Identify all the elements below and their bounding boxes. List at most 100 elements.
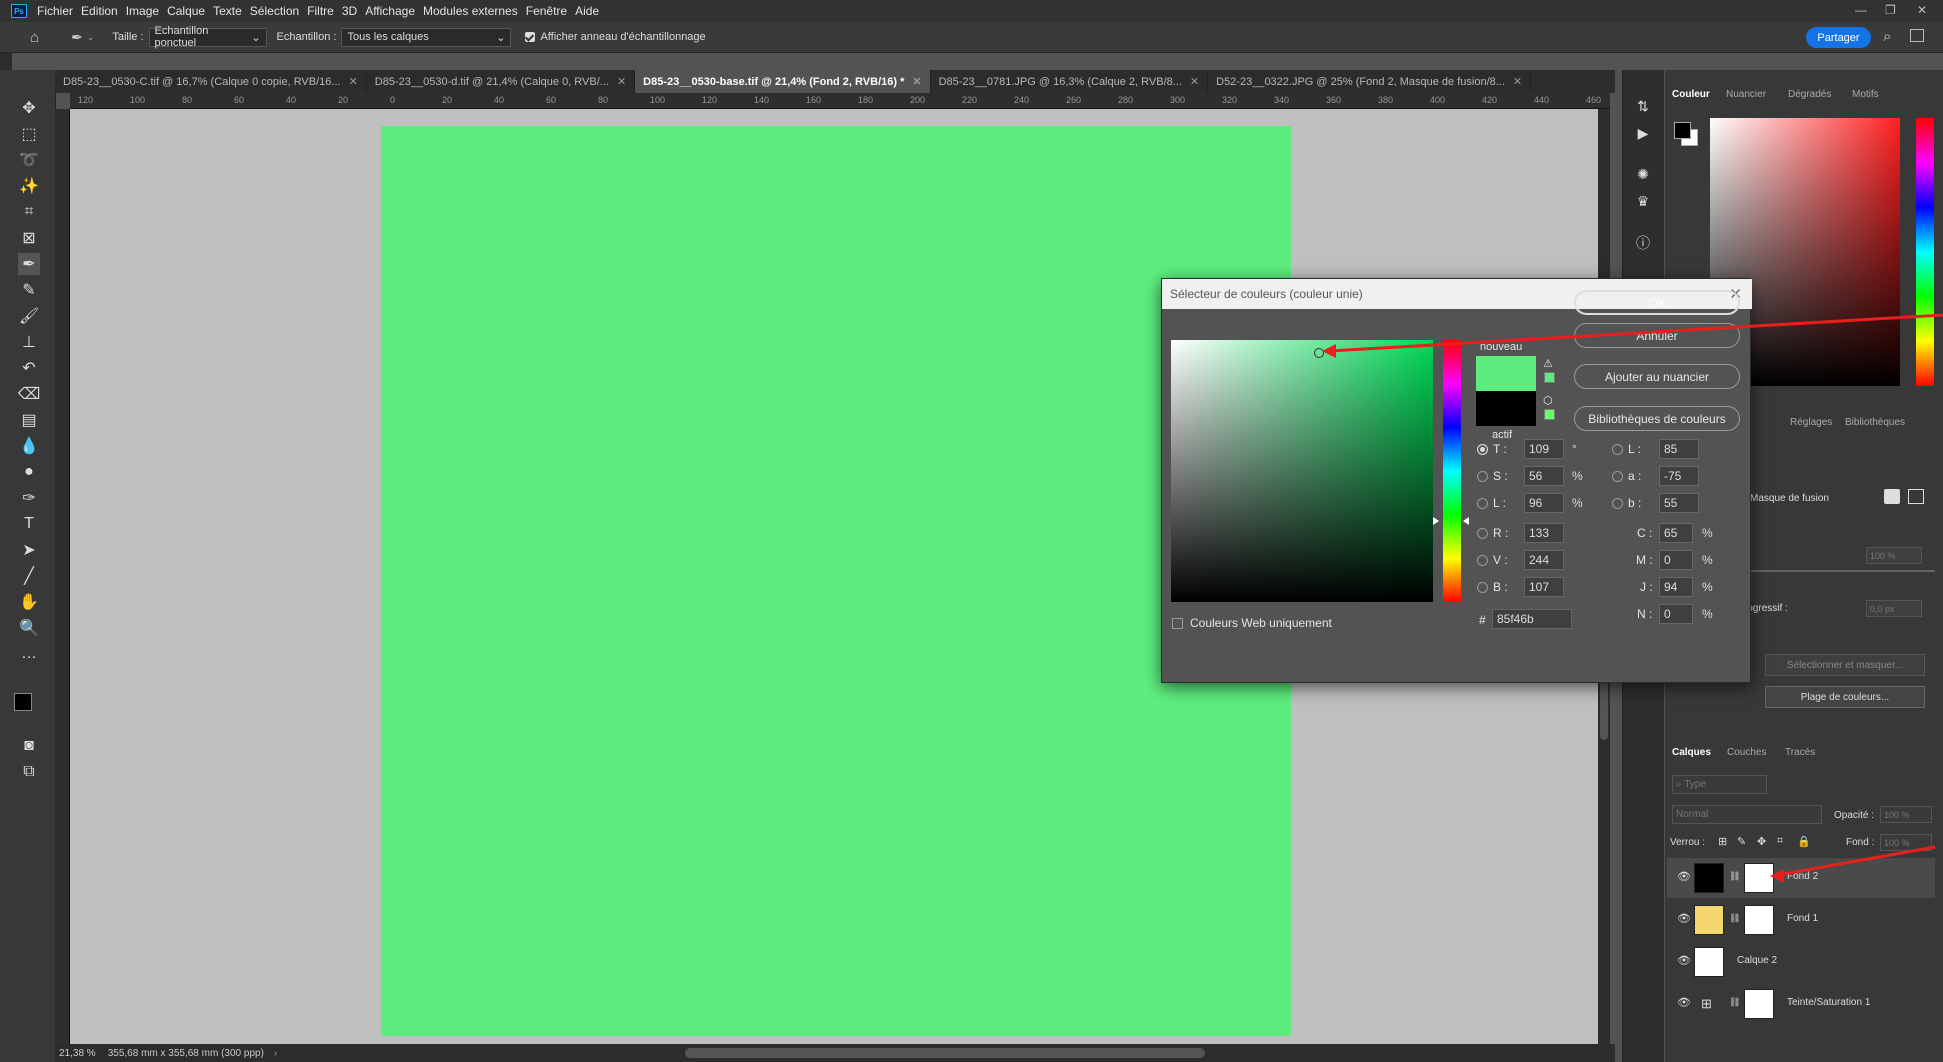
opacity-field[interactable]: 100 % (1880, 806, 1932, 823)
visibility-eye-icon[interactable]: 👁 (1677, 996, 1691, 1010)
gamut-swatch[interactable] (1544, 372, 1555, 383)
chain-link-icon[interactable]: ⛓ (1729, 997, 1740, 1008)
blue-radio[interactable] (1477, 582, 1488, 593)
layer-row[interactable]: 👁 Calque 2 (1667, 942, 1935, 982)
tab-couches[interactable]: Couches (1727, 747, 1766, 758)
tab-document-2[interactable]: D85-23__0530-d.tif @ 21,4% (Calque 0, RV… (367, 70, 636, 93)
pen-tool-icon[interactable]: ✑ (18, 487, 40, 509)
visibility-eye-icon[interactable]: 👁 (1677, 954, 1691, 968)
more-tools-icon[interactable]: … (18, 643, 40, 665)
hex-field[interactable]: 85f46b (1492, 609, 1572, 629)
blur-tool-icon[interactable]: 💧 (18, 435, 40, 457)
brush-tool-icon[interactable]: 🖌 (18, 305, 40, 327)
add-to-swatches-button[interactable]: Ajouter au nuancier (1574, 364, 1740, 389)
active-color-swatch[interactable] (1476, 391, 1536, 426)
red-radio[interactable] (1477, 528, 1488, 539)
green-field[interactable]: 244 (1524, 550, 1564, 570)
lock-pixels-icon[interactable]: ✎ (1737, 835, 1746, 848)
quick-mask-icon[interactable]: ◙ (18, 735, 40, 757)
history-panel-icon[interactable]: ⇅ (1632, 95, 1654, 117)
screen-mode-icon[interactable]: ⧉ (18, 761, 40, 783)
path-selection-icon[interactable]: ➤ (18, 539, 40, 561)
visibility-eye-icon[interactable]: 👁 (1677, 870, 1691, 884)
menu-selection[interactable]: Sélection (250, 4, 299, 18)
tab-degrades[interactable]: Dégradés (1788, 89, 1831, 100)
status-arrow-icon[interactable]: › (274, 1048, 277, 1059)
feather-field[interactable]: 0,0 px (1866, 600, 1922, 617)
color-selection-ring[interactable] (1314, 348, 1324, 358)
layer-row[interactable]: 👁 ⊞ ⛓ Teinte/Saturation 1 (1667, 984, 1935, 1024)
layer-mask-thumbnail[interactable] (1744, 905, 1774, 935)
workspace-icon[interactable] (1910, 29, 1924, 42)
red-field[interactable]: 133 (1524, 523, 1564, 543)
panel-foreground-swatch[interactable] (1674, 122, 1691, 139)
lab-b-field[interactable]: 55 (1659, 493, 1699, 513)
menu-image[interactable]: Image (126, 4, 159, 18)
taille-dropdown[interactable]: Echantillon ponctuel ⌄ (148, 25, 267, 49)
dodge-tool-icon[interactable]: ● (18, 461, 40, 483)
close-tab-icon[interactable]: ✕ (1190, 75, 1199, 88)
lock-all-icon[interactable]: 🔒 (1797, 835, 1811, 848)
visibility-eye-icon[interactable]: 👁 (1677, 912, 1691, 926)
move-tool-icon[interactable]: ✥ (18, 97, 40, 119)
menu-texte[interactable]: Texte (213, 4, 242, 18)
saturation-radio[interactable] (1477, 471, 1488, 482)
info-panel-icon[interactable]: ⓘ (1632, 232, 1654, 254)
color-libraries-button[interactable]: Bibliothèques de couleurs (1574, 406, 1740, 431)
lab-b-radio[interactable] (1612, 498, 1623, 509)
stamp-tool-icon[interactable]: ⊥ (18, 331, 40, 353)
eraser-tool-icon[interactable]: ⌫ (18, 383, 41, 405)
search-icon[interactable]: ⌕ (1883, 28, 1891, 45)
close-tab-icon[interactable]: ✕ (1513, 75, 1522, 88)
type-tool-icon[interactable]: T (18, 513, 40, 535)
gradient-tool-icon[interactable]: ▤ (18, 409, 40, 431)
brushes-panel-icon[interactable]: ♛ (1632, 190, 1654, 212)
cancel-button[interactable]: Annuler (1574, 323, 1740, 348)
lab-l-field[interactable]: 85 (1659, 439, 1699, 459)
close-tab-icon[interactable]: ✕ (349, 75, 358, 88)
hue-field[interactable]: 109 (1524, 439, 1564, 459)
tab-motifs[interactable]: Motifs (1852, 89, 1879, 100)
menu-aide[interactable]: Aide (575, 4, 599, 18)
restore-icon[interactable]: ❐ (1885, 3, 1896, 17)
menu-3d[interactable]: 3D (342, 4, 357, 18)
tab-document-4[interactable]: D85-23__0781.JPG @ 16,3% (Calque 2, RVB/… (931, 70, 1209, 93)
tab-document-3[interactable]: D85-23__0530-base.tif @ 21,4% (Fond 2, R… (635, 70, 931, 93)
pixel-mask-icon[interactable] (1884, 489, 1900, 504)
menu-edition[interactable]: Edition (81, 4, 118, 18)
tab-document-5[interactable]: D52-23__0322.JPG @ 25% (Fond 2, Masque d… (1208, 70, 1532, 93)
echantillon-dropdown[interactable]: Tous les calques ⌄ (341, 27, 512, 47)
minimize-icon[interactable]: — (1855, 3, 1867, 17)
home-icon[interactable]: ⌂ (30, 29, 39, 46)
layer-row[interactable]: 👁 ⛓ Fond 1 (1667, 900, 1935, 940)
magic-wand-tool-icon[interactable]: ✨ (18, 175, 40, 197)
close-window-icon[interactable]: ✕ (1917, 3, 1927, 17)
fill-field[interactable]: 100 % (1880, 834, 1932, 851)
close-tab-icon[interactable]: ✕ (912, 75, 921, 88)
blend-mode-dropdown[interactable]: Normal (1672, 805, 1822, 824)
brightness-radio[interactable] (1477, 498, 1488, 509)
black-field[interactable]: 0 (1659, 604, 1693, 624)
zoom-level[interactable]: 21,38 % (59, 1048, 96, 1059)
select-and-mask-button[interactable]: Sélectionner et masquer... (1765, 654, 1925, 676)
line-tool-icon[interactable]: ╱ (18, 565, 40, 587)
history-brush-icon[interactable]: ↶ (18, 357, 40, 379)
hue-slider-right-arrow-icon[interactable] (1463, 517, 1469, 525)
tab-calques[interactable]: Calques (1672, 747, 1711, 758)
hue-slider[interactable] (1443, 340, 1461, 602)
color-range-button[interactable]: Plage de couleurs... (1765, 686, 1925, 708)
menu-calque[interactable]: Calque (167, 4, 205, 18)
menu-fenetre[interactable]: Fenêtre (526, 4, 567, 18)
document-canvas[interactable] (381, 126, 1291, 1036)
tab-traces[interactable]: Tracés (1785, 747, 1815, 758)
lock-artboard-icon[interactable]: ⌗ (1777, 835, 1783, 848)
zoom-tool-icon[interactable]: 🔍 (18, 617, 40, 639)
chain-link-icon[interactable]: ⛓ (1729, 871, 1740, 882)
foreground-color-swatch[interactable] (14, 693, 32, 711)
web-safe-cube-icon[interactable]: ⬡ (1543, 394, 1553, 407)
yellow-field[interactable]: 94 (1659, 577, 1693, 597)
healing-brush-icon[interactable]: ✎ (18, 279, 40, 301)
menu-affichage[interactable]: Affichage (365, 4, 415, 18)
blue-field[interactable]: 107 (1524, 577, 1564, 597)
lock-transparency-icon[interactable]: ⊞ (1718, 835, 1727, 848)
